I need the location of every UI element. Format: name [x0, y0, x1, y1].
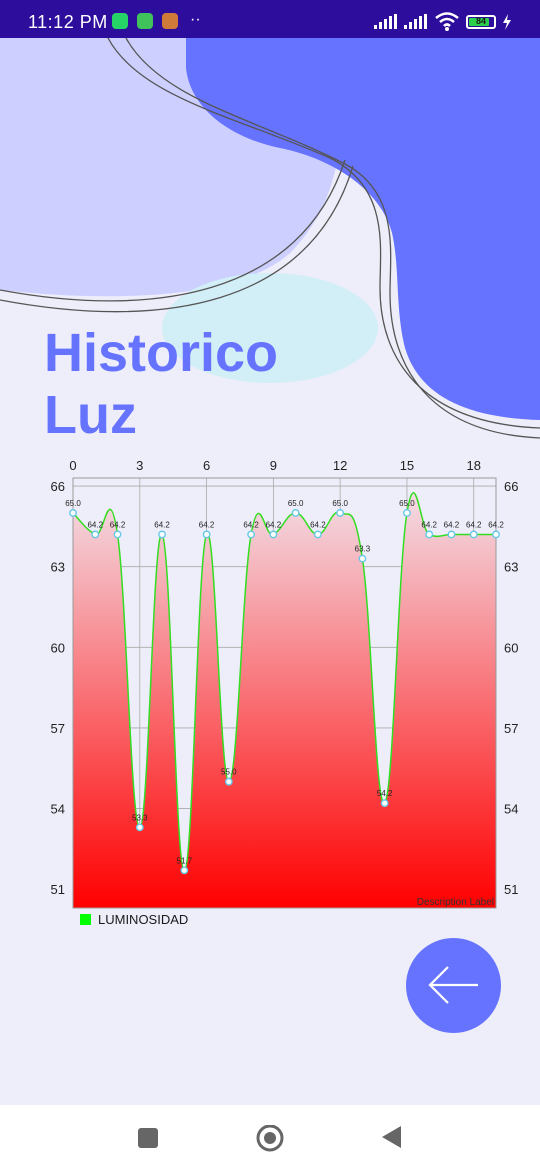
y-tick-label-left: 57 — [51, 721, 65, 736]
circle-home-icon[interactable] — [255, 1125, 285, 1155]
data-point — [380, 799, 389, 808]
data-point — [158, 530, 166, 539]
data-point — [469, 530, 478, 539]
chart-area-fill — [73, 492, 496, 908]
data-label: 64.2 — [488, 520, 504, 529]
status-time: 11:12 PM — [28, 12, 108, 32]
battery-percent: 84 — [475, 16, 486, 26]
page-title: Historico Luz — [44, 323, 279, 445]
data-point — [313, 530, 322, 539]
data-label: 64.2 — [310, 520, 326, 529]
back-button[interactable] — [406, 938, 501, 1033]
line-chart: 65.0 64.2 64.2 53.3 64.2 51.7 64.2 55.0 64.2 64.2… — [51, 458, 518, 909]
data-point — [269, 530, 278, 539]
data-label: 64.2 — [87, 520, 103, 529]
data-point — [425, 530, 434, 539]
status-bar: 11:12 PM ·· 84 — [0, 0, 540, 38]
x-tick-label: 0 — [69, 458, 76, 473]
y-tick-label-right: 63 — [504, 560, 518, 575]
data-label: 63.3 — [355, 545, 371, 554]
x-tick-label: 18 — [467, 458, 481, 473]
data-point — [135, 823, 144, 832]
data-point — [113, 530, 122, 539]
y-tick-label-right: 51 — [504, 882, 518, 897]
more-dots-icon: ·· — [190, 11, 201, 28]
data-point — [247, 530, 256, 539]
y-tick-label-left: 60 — [51, 640, 65, 655]
arrow-left-icon — [428, 966, 478, 1004]
charging-icon — [503, 14, 511, 30]
y-tick-label-left: 54 — [51, 802, 65, 817]
description-label: Description Label — [417, 897, 494, 908]
triangle-back-icon[interactable] — [380, 1125, 404, 1151]
legend-swatch — [80, 914, 91, 925]
data-label: 64.2 — [199, 520, 215, 529]
x-tick-label: 12 — [333, 458, 347, 473]
y-tick-label-right: 57 — [504, 721, 518, 736]
y-tick-label-left: 63 — [51, 560, 65, 575]
y-tick-label-left: 66 — [51, 479, 65, 494]
data-point — [91, 530, 100, 539]
y-tick-label-right: 60 — [504, 640, 518, 655]
data-label: 53.3 — [132, 813, 148, 822]
y-tick-label-right: 66 — [504, 479, 518, 494]
data-point — [224, 777, 233, 786]
data-point — [69, 509, 77, 517]
data-label: 65.0 — [399, 499, 415, 508]
x-tick-label: 9 — [270, 458, 277, 473]
data-point — [447, 530, 456, 539]
data-label: 64.2 — [266, 520, 282, 529]
data-label: 65.0 — [65, 499, 81, 508]
data-label: 55.0 — [221, 768, 237, 777]
data-point — [492, 530, 500, 539]
x-tick-label: 3 — [136, 458, 143, 473]
data-label: 64.2 — [110, 520, 126, 529]
x-tick-label: 6 — [203, 458, 210, 473]
data-point — [291, 509, 300, 517]
y-tick-label-left: 51 — [51, 882, 65, 897]
battery-icon: 84 — [466, 15, 496, 29]
data-label: 64.2 — [444, 520, 460, 529]
data-label: 64.2 — [421, 520, 437, 529]
data-label: 65.0 — [332, 499, 348, 508]
data-label: 64.2 — [243, 520, 259, 529]
data-point — [202, 530, 211, 539]
app-icon — [162, 13, 178, 29]
square-icon[interactable] — [137, 1125, 159, 1149]
data-label: 51.7 — [177, 856, 193, 865]
data-label: 54.2 — [377, 789, 393, 798]
legend-label: LUMINOSIDAD — [98, 912, 189, 927]
x-tick-label: 15 — [400, 458, 414, 473]
data-point — [336, 509, 345, 517]
data-label: 65.0 — [288, 499, 304, 508]
signal-icon — [374, 14, 397, 29]
y-tick-label-right: 54 — [504, 802, 518, 817]
data-label: 64.2 — [466, 520, 482, 529]
data-point — [403, 509, 411, 517]
wifi-icon — [435, 12, 459, 31]
signal-icon — [404, 14, 427, 29]
whatsapp-icon — [112, 13, 128, 29]
system-nav-bar — [0, 1105, 540, 1170]
app-icon — [137, 13, 153, 29]
data-point — [180, 866, 189, 875]
data-label: 64.2 — [154, 520, 170, 529]
data-point — [358, 554, 367, 563]
